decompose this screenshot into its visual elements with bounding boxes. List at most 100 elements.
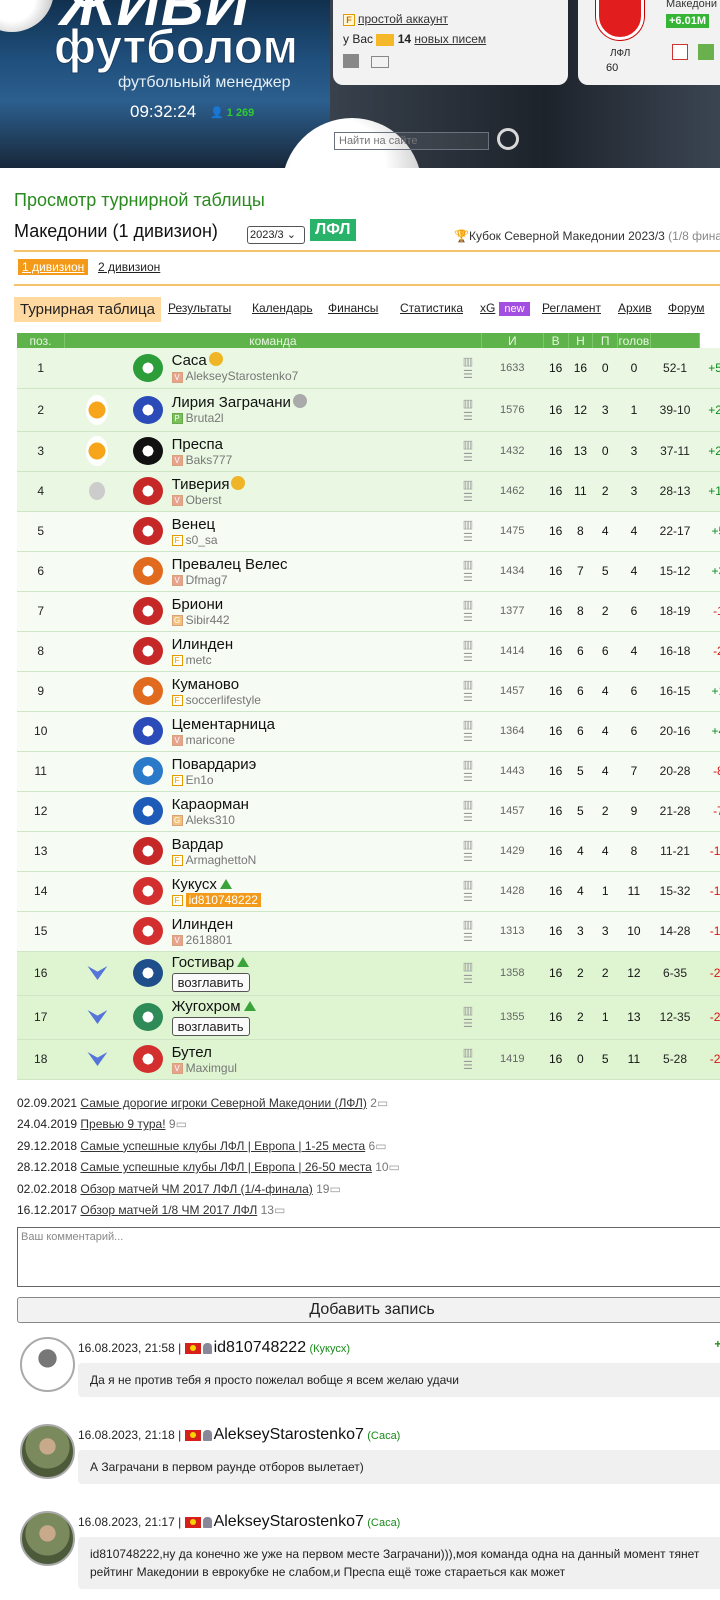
new-mail-link[interactable]: новых писем (414, 32, 486, 46)
club-crest-icon[interactable] (596, 0, 644, 40)
manager-name[interactable]: metc (186, 653, 212, 667)
stats-icon[interactable]: ▥ ☰ (454, 751, 482, 792)
team-crest-icon[interactable] (133, 837, 164, 865)
manager-name[interactable]: AlekseyStarostenko7 (186, 369, 299, 383)
division-1-link[interactable]: 1 дивизион (18, 259, 89, 275)
news-link[interactable]: Обзор матчей ЧМ 2017 ЛФЛ (1/4-финала) (80, 1182, 312, 1196)
tab-xg[interactable]: xG new (480, 301, 530, 316)
team-name[interactable]: Караорман (172, 796, 249, 813)
manager-name[interactable]: s0_sa (186, 533, 218, 547)
tab-rules[interactable]: Регламент (542, 301, 601, 315)
comments-icon[interactable]: ▭ (176, 1117, 187, 1131)
claim-team-button[interactable]: возглавить (171, 1017, 250, 1036)
manager-name[interactable]: 2618801 (186, 933, 233, 947)
team-name[interactable]: Саса (172, 352, 207, 369)
manager-name[interactable]: Baks777 (186, 453, 233, 467)
europa-league-icon[interactable] (86, 394, 109, 425)
news-link[interactable]: Превью 9 тура! (80, 1117, 165, 1131)
team-crest-icon[interactable] (133, 677, 164, 705)
tab-forum[interactable]: Форум (668, 301, 704, 315)
team-name[interactable]: Лирия Заграчани (172, 394, 291, 411)
stats-icon[interactable]: ▥ ☰ (454, 1039, 482, 1080)
team-name[interactable]: Венец (172, 516, 216, 533)
manager-name[interactable]: Sibir442 (186, 613, 230, 627)
team-name[interactable]: Жугохром (172, 998, 241, 1015)
comment-author[interactable]: id810748222 (214, 1339, 307, 1356)
account-type-link[interactable]: простой аккаунт (358, 12, 448, 26)
col-wins[interactable]: В (543, 333, 569, 348)
team-crest-icon[interactable] (133, 517, 164, 545)
stats-icon[interactable]: ▥ ☰ (454, 951, 482, 996)
stats-icon[interactable]: ▥ ☰ (454, 591, 482, 632)
team-name[interactable]: Гостивар (172, 954, 235, 971)
team-crest-icon[interactable] (133, 477, 164, 505)
avatar[interactable] (20, 1337, 75, 1392)
manager-name[interactable]: En1o (186, 773, 214, 787)
club-money[interactable]: +6.01M (666, 14, 709, 28)
col-goals[interactable]: голов (617, 333, 651, 348)
col-team[interactable]: команда (64, 333, 482, 348)
stats-icon[interactable]: ▥ ☰ (454, 671, 482, 712)
team-name[interactable]: Тиверия (172, 476, 230, 493)
team-crest-icon[interactable] (133, 637, 164, 665)
stats-icon[interactable]: ▥ ☰ (454, 471, 482, 512)
season-select[interactable]: 2023/3 ⌄ (247, 226, 305, 244)
team-name[interactable]: Кукусх (172, 876, 217, 893)
manager-name[interactable]: Maximgul (186, 1061, 237, 1075)
comment-club[interactable]: (Саса) (367, 1430, 400, 1442)
tab-results[interactable]: Результаты (168, 301, 231, 315)
team-crest-icon[interactable] (133, 437, 164, 465)
europa-league-icon[interactable] (86, 436, 109, 466)
tab-standings[interactable]: Турнирная таблица (14, 297, 161, 322)
manager-name[interactable]: Aleks310 (186, 813, 235, 827)
stats-icon[interactable]: ▥ ☰ (454, 995, 482, 1040)
team-crest-icon[interactable] (133, 797, 164, 825)
stats-icon[interactable]: ▥ ☰ (454, 511, 482, 552)
calendar-icon[interactable] (672, 44, 688, 60)
manager-name[interactable]: id810748222 (185, 892, 261, 907)
manager-name[interactable]: Bruta2l (186, 411, 224, 425)
manager-name[interactable]: soccerlifestyle (186, 693, 261, 707)
stats-icon[interactable]: ▥ ☰ (454, 431, 482, 472)
team-crest-icon[interactable] (133, 877, 164, 905)
team-crest-icon[interactable] (133, 757, 164, 785)
avatar[interactable] (20, 1511, 75, 1566)
team-crest-icon[interactable] (133, 717, 164, 745)
stadium-icon[interactable] (698, 44, 714, 60)
col-position[interactable]: поз. (17, 333, 65, 348)
col-draws[interactable]: Н (568, 333, 594, 348)
team-crest-icon[interactable] (133, 353, 164, 382)
stats-icon[interactable]: ▥ ☰ (454, 348, 482, 389)
comments-icon[interactable]: ▭ (375, 1139, 386, 1153)
comments-icon[interactable]: ▭ (274, 1203, 285, 1217)
team-crest-icon[interactable] (133, 959, 164, 987)
col-diff[interactable] (650, 333, 701, 348)
col-played[interactable]: И (481, 333, 544, 348)
site-search-input[interactable] (334, 132, 489, 150)
manager-name[interactable]: ArmaghettoN (186, 853, 257, 867)
site-logo-bottom[interactable]: футболом (54, 20, 299, 75)
stats-icon[interactable]: ▥ ☰ (454, 631, 482, 672)
comment-input[interactable]: Ваш комментарий... (17, 1227, 720, 1287)
team-crest-icon[interactable] (133, 395, 164, 424)
team-name[interactable]: Вардар (172, 836, 224, 853)
division-2-link[interactable]: 2 дивизион (98, 260, 160, 274)
print-icon[interactable] (343, 54, 359, 68)
news-link[interactable]: Обзор матчей 1/8 ЧМ 2017 ЛФЛ (80, 1203, 257, 1217)
news-link[interactable]: Самые дорогие игроки Северной Македонии … (80, 1096, 366, 1110)
tab-statistics[interactable]: Статистика (400, 301, 463, 315)
team-name[interactable]: Преспа (172, 436, 223, 453)
team-name[interactable]: Бриони (172, 596, 224, 613)
team-name[interactable]: Превалец Велес (172, 556, 288, 573)
col-losses[interactable]: П (592, 333, 619, 348)
avatar[interactable] (20, 1424, 75, 1479)
cup-link[interactable]: 🏆Кубок Северной Македонии 2023/3 (1/8 фи… (454, 229, 720, 243)
comment-score[interactable]: +1 (714, 1337, 720, 1351)
claim-team-button[interactable]: возглавить (171, 973, 250, 992)
team-name[interactable]: Цементарница (172, 716, 275, 733)
stats-icon[interactable]: ▥ ☰ (454, 711, 482, 752)
tab-archive[interactable]: Архив (618, 301, 652, 315)
team-name[interactable]: Бутел (172, 1044, 212, 1061)
stats-icon[interactable]: ▥ ☰ (454, 831, 482, 872)
comment-author[interactable]: AlekseyStarostenko7 (214, 1426, 364, 1443)
